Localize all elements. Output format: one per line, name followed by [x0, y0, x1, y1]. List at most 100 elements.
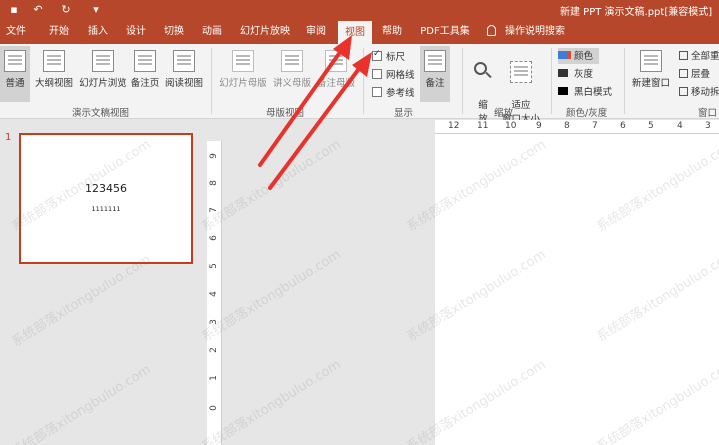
checkbox-icon: [372, 69, 382, 79]
black-white-button[interactable]: 黑白模式: [558, 84, 612, 100]
normal-view-label: 普通: [5, 78, 25, 89]
tab-help[interactable]: 帮助: [378, 20, 406, 44]
ruler-tick: 10: [505, 121, 517, 131]
ruler-tick: 4: [677, 121, 683, 131]
tab-insert[interactable]: 插入: [84, 20, 112, 44]
tab-file[interactable]: 文件: [3, 20, 29, 44]
group-separator: [624, 48, 625, 114]
tab-transitions[interactable]: 切换: [160, 20, 188, 44]
group-separator: [363, 48, 364, 114]
ruler-tick: 1: [208, 375, 219, 381]
ruler-tick: 12: [448, 121, 460, 131]
ruler-tick: 3: [705, 121, 711, 131]
zoom-button[interactable]: 缩 放: [468, 46, 498, 125]
reading-view-button[interactable]: 阅读视图: [162, 46, 206, 102]
checkbox-checked-icon: [372, 49, 382, 61]
tell-me-search[interactable]: 操作说明搜索: [487, 20, 565, 44]
ruler-tick: 0: [208, 405, 219, 411]
ruler-tick: 6: [208, 235, 219, 241]
slide-master-button[interactable]: 幻灯片母版: [216, 46, 270, 102]
group-label-window: 窗口: [698, 108, 718, 119]
arrange-all-label: 全部重: [691, 51, 719, 62]
grayscale-button[interactable]: 灰度: [558, 66, 593, 82]
slide-number: 1: [5, 132, 12, 143]
redo-icon[interactable]: ↻: [58, 2, 74, 18]
arrange-all-button[interactable]: 全部重: [679, 48, 719, 64]
slide-sorter-button[interactable]: 幻灯片浏览: [77, 46, 129, 102]
color-mode-button[interactable]: 颜色: [558, 48, 600, 64]
slide-sorter-icon: [92, 50, 114, 72]
new-window-button[interactable]: 新建窗口: [628, 46, 674, 102]
cascade-icon: [679, 69, 688, 78]
checkbox-icon: [372, 87, 382, 97]
thumbnail-subtitle: 1111111: [91, 205, 121, 213]
color-swatch-icon: [558, 51, 568, 59]
reading-view-icon: [173, 50, 195, 72]
notes-icon: [424, 50, 446, 72]
ruler-tick: 8: [564, 121, 570, 131]
slide-thumbnail[interactable]: 123456 1111111: [19, 133, 193, 264]
notes-master-button[interactable]: 备注母版: [314, 46, 358, 102]
grayscale-swatch-icon: [558, 69, 568, 77]
ruler-tick: 2: [208, 347, 219, 353]
group-label-show: 显示: [394, 108, 414, 119]
move-split-button[interactable]: 移动拆: [679, 84, 719, 100]
group-label-color-grayscale: 颜色/灰度: [566, 108, 608, 119]
tab-pdf-tools[interactable]: PDF工具集: [416, 20, 474, 44]
tab-animations[interactable]: 动画: [198, 20, 226, 44]
normal-view-icon: [4, 50, 26, 72]
slide-editing-canvas[interactable]: [435, 134, 719, 445]
tab-review[interactable]: 审阅: [302, 20, 330, 44]
ribbon-view: 普通 大纲视图 幻灯片浏览 备注页 阅读视图 演示文稿视图 幻灯片母版 讲义母版…: [0, 44, 719, 125]
new-window-label: 新建窗口: [631, 78, 670, 89]
gridlines-label: 网格线: [386, 70, 415, 81]
arrange-all-icon: [679, 51, 688, 60]
window-title: 新建 PPT 演示文稿.ppt[兼容模式]: [560, 7, 713, 18]
outline-view-icon: [43, 50, 65, 72]
group-separator: [211, 48, 212, 114]
ruler-tick: 7: [208, 207, 219, 213]
ruler-tick: 9: [536, 121, 542, 131]
group-label-zoom: 缩放: [494, 108, 514, 119]
fit-to-window-button[interactable]: 适应 窗口大小: [499, 46, 543, 125]
magnifier-icon: [473, 61, 493, 83]
undo-icon[interactable]: ↶: [30, 2, 46, 18]
save-icon[interactable]: ▪: [6, 2, 22, 18]
handout-master-button[interactable]: 讲义母版: [270, 46, 314, 102]
notes-master-icon: [325, 50, 347, 72]
cascade-label: 层叠: [691, 69, 711, 80]
move-split-icon: [679, 87, 688, 96]
gridlines-checkbox[interactable]: 网格线: [372, 67, 415, 83]
tab-design[interactable]: 设计: [122, 20, 150, 44]
thumbnail-title: 123456: [85, 182, 127, 195]
tab-home[interactable]: 开始: [44, 20, 74, 44]
ruler-checkbox[interactable]: 标尺: [372, 49, 405, 65]
grayscale-label: 灰度: [574, 69, 594, 80]
horizontal-ruler: 12 11 10 9 8 7 6 5 4 3: [435, 120, 719, 134]
vertical-ruler: 9 8 7 6 5 4 3 2 1 0: [207, 141, 222, 445]
notes-page-icon: [134, 50, 156, 72]
fit-to-window-icon: [510, 61, 532, 83]
color-mode-label: 颜色: [574, 51, 594, 62]
slide-master-label: 幻灯片母版: [219, 78, 267, 89]
group-label-presentation-views: 演示文稿视图: [72, 108, 130, 119]
ruler-tick: 5: [208, 263, 219, 269]
outline-view-label: 大纲视图: [34, 78, 73, 89]
ribbon-tab-bar: 文件 开始 插入 设计 切换 动画 幻灯片放映 审阅 视图 帮助 PDF工具集 …: [0, 20, 719, 44]
tell-me-label: 操作说明搜索: [505, 26, 565, 37]
customize-icon[interactable]: ▾: [88, 2, 104, 18]
notes-page-label: 备注页: [130, 78, 160, 89]
tab-view[interactable]: 视图: [338, 21, 372, 44]
guides-checkbox[interactable]: 参考线: [372, 85, 415, 101]
cascade-button[interactable]: 层叠: [679, 66, 710, 82]
black-white-label: 黑白模式: [574, 87, 613, 98]
tab-slideshow[interactable]: 幻灯片放映: [236, 20, 294, 44]
handout-master-icon: [281, 50, 303, 72]
normal-view-button[interactable]: 普通: [0, 46, 30, 102]
outline-view-button[interactable]: 大纲视图: [32, 46, 76, 102]
ruler-label: 标尺: [386, 52, 406, 63]
ruler-tick: 5: [648, 121, 654, 131]
notes-page-button[interactable]: 备注页: [129, 46, 161, 102]
notes-button[interactable]: 备注: [420, 46, 450, 102]
group-separator: [462, 48, 463, 114]
